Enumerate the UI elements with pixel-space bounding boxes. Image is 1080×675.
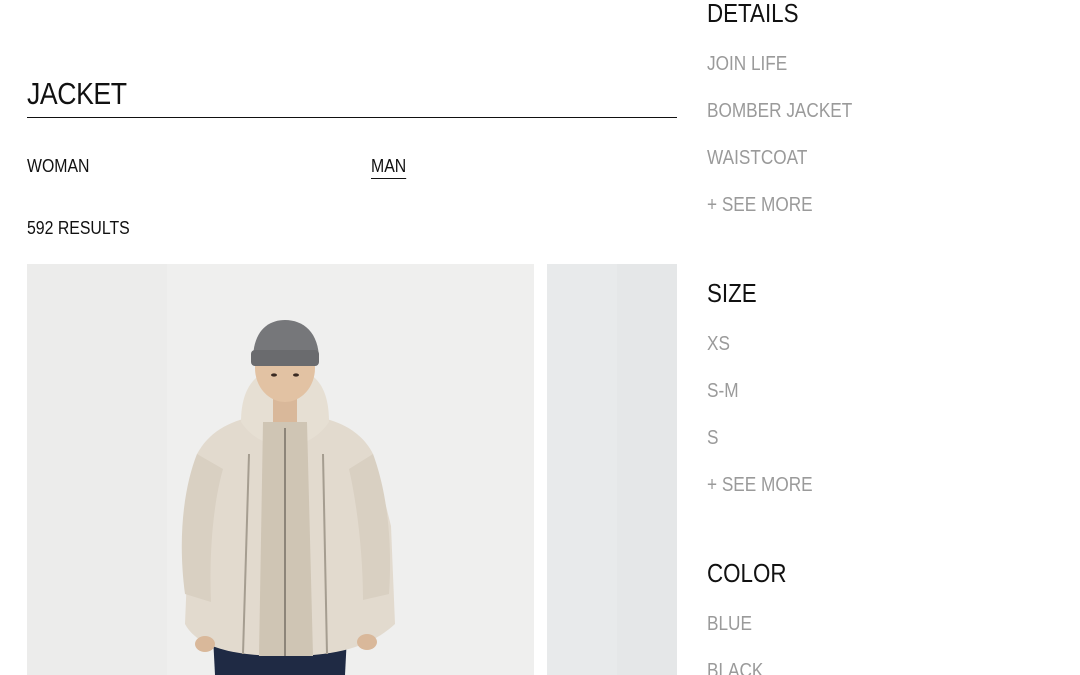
- results-count: 592 RESULTS: [27, 218, 130, 238]
- see-more-details[interactable]: + SEE MORE: [707, 193, 1017, 217]
- filter-group-color: COLOR BLUE BLACK: [707, 558, 1067, 675]
- gender-tabs: WOMAN MAN: [27, 154, 677, 180]
- filter-title-details: DETAILS: [707, 0, 799, 28]
- filter-option-join-life[interactable]: JOIN LIFE: [707, 52, 1017, 76]
- filter-panel: DETAILS JOIN LIFE BOMBER JACKET WAISTCOA…: [707, 0, 1067, 675]
- filter-option-black[interactable]: BLACK: [707, 659, 1017, 675]
- see-more-size[interactable]: + SEE MORE: [707, 473, 1017, 497]
- filter-option-bomber-jacket[interactable]: BOMBER JACKET: [707, 99, 1017, 123]
- tab-man[interactable]: MAN: [371, 154, 407, 179]
- product-card[interactable]: [547, 264, 677, 675]
- product-image: [547, 264, 677, 675]
- filter-option-s-m[interactable]: S-M: [707, 379, 1017, 403]
- filter-option-blue[interactable]: BLUE: [707, 612, 1017, 636]
- product-card[interactable]: [27, 264, 534, 675]
- search-field[interactable]: JACKET: [27, 72, 677, 118]
- filter-option-s[interactable]: S: [707, 426, 1017, 450]
- filter-group-size: SIZE XS S-M S + SEE MORE: [707, 278, 1067, 497]
- filter-option-xs[interactable]: XS: [707, 332, 1017, 356]
- product-image: [27, 264, 534, 675]
- results-column: JACKET WOMAN MAN 592 RESULTS: [27, 0, 677, 675]
- filter-group-details: DETAILS JOIN LIFE BOMBER JACKET WAISTCOA…: [707, 0, 1067, 217]
- filter-option-waistcoat[interactable]: WAISTCOAT: [707, 146, 1017, 170]
- search-input-value[interactable]: JACKET: [27, 76, 127, 112]
- filter-title-color: COLOR: [707, 558, 787, 588]
- tab-woman[interactable]: WOMAN: [27, 154, 89, 178]
- search-results-page: JACKET WOMAN MAN 592 RESULTS DETAILS JOI…: [0, 0, 1080, 675]
- filter-title-size: SIZE: [707, 278, 757, 308]
